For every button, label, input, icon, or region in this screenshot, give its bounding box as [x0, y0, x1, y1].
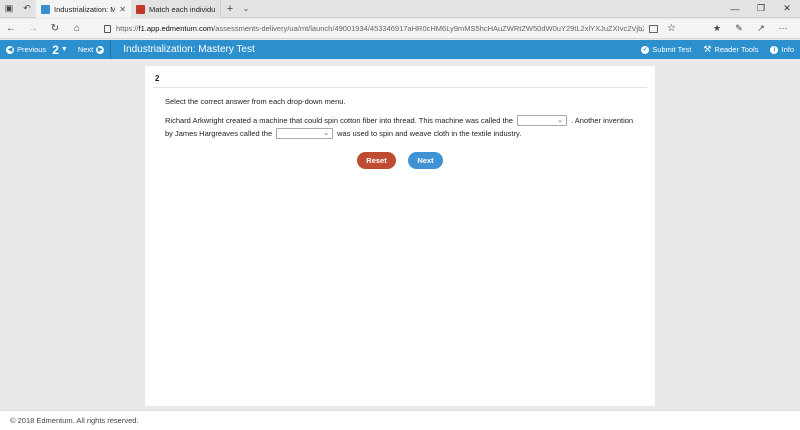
brainly-favicon-icon	[136, 4, 145, 14]
forward-arrow-icon[interactable]: →	[22, 23, 44, 34]
info-label: Info	[781, 45, 794, 54]
new-tab-icon[interactable]: +	[221, 0, 239, 17]
submit-label: Submit Test	[652, 45, 692, 54]
window-controls: — ❐ ✕	[722, 0, 800, 17]
share-icon[interactable]: ↗	[750, 23, 772, 34]
submit-test-button[interactable]: ✓ Submit Test	[635, 40, 697, 59]
reader-tools-label: Reader Tools	[714, 45, 759, 54]
back-arrow-icon[interactable]: ←	[0, 23, 22, 34]
edmentum-favicon-icon	[41, 4, 50, 14]
question-number: 2	[52, 42, 59, 57]
close-tab-icon[interactable]: ✕	[119, 5, 126, 14]
question-line-1: Richard Arkwright created a machine that…	[165, 115, 633, 126]
tab-list-icon[interactable]: ▣	[0, 0, 18, 17]
answer-dropdown-1[interactable]: ⌄	[516, 115, 567, 126]
page-title: Industrialization: Mastery Test	[123, 44, 255, 55]
close-window-icon[interactable]: ✕	[774, 0, 800, 17]
question-text-segment: Richard Arkwright created a machine that…	[165, 116, 513, 125]
info-icon: i	[770, 45, 779, 54]
question-text-segment: . Another invention	[570, 116, 634, 125]
divider	[153, 87, 647, 88]
question-selector[interactable]: 2 ▼	[52, 40, 72, 59]
home-icon[interactable]: ⌂	[66, 23, 88, 34]
reading-view-icon[interactable]	[649, 24, 659, 33]
favorites-bar-icon[interactable]: ★	[706, 23, 728, 34]
question-text-segment: by James Hargreaves called the	[165, 129, 273, 138]
back-tabs-icon[interactable]: ↶	[18, 0, 36, 17]
reader-tools-button[interactable]: ⚒ Reader Tools	[697, 40, 764, 59]
address-bar-row: ← → ↻ ⌂ https://f1.app.edmentum.com/asse…	[0, 19, 800, 39]
chevron-down-icon: ⌄	[557, 117, 563, 124]
info-button[interactable]: i Info	[764, 40, 800, 59]
answer-dropdown-2[interactable]: ⌄	[276, 128, 334, 139]
wrench-icon: ⚒	[703, 44, 712, 54]
pen-icon[interactable]: ✎	[728, 23, 750, 34]
refresh-icon[interactable]: ↻	[44, 23, 66, 34]
url-prefix: https://	[116, 24, 139, 33]
tab-title: Match each individual to his	[149, 4, 215, 14]
reset-button[interactable]: Reset	[357, 152, 396, 169]
tab-industrialization[interactable]: Industrialization: Master ✕	[36, 0, 131, 18]
previous-button[interactable]: ◀ Previous	[0, 40, 52, 59]
question-card: 2 Select the correct answer from each dr…	[145, 66, 655, 406]
browser-tools: ★ ✎ ↗ ⋯	[706, 23, 800, 34]
tab-title: Industrialization: Master	[54, 4, 116, 14]
app-header: ◀ Previous 2 ▼ Next ▶ Industrialization:…	[0, 40, 800, 59]
header-actions: ✓ Submit Test ⚒ Reader Tools i Info	[635, 40, 800, 59]
chevron-down-icon: ⌄	[323, 130, 330, 137]
question-line-2: by James Hargreaves called the ⌄ was use…	[165, 128, 521, 139]
url-field[interactable]: https://f1.app.edmentum.com/assessments-…	[100, 21, 680, 36]
chevron-down-icon[interactable]: ⌄	[239, 0, 253, 17]
previous-label: Previous	[17, 45, 47, 54]
copyright-text: © 2018 Edmentum. All rights reserved.	[10, 416, 139, 425]
next-button[interactable]: Next	[408, 152, 443, 169]
url-domain: f1.app.edmentum.com	[138, 24, 214, 33]
chevron-down-icon: ▼	[60, 46, 68, 53]
footer: © 2018 Edmentum. All rights reserved.	[0, 410, 800, 430]
url-text[interactable]: https://f1.app.edmentum.com/assessments-…	[116, 24, 644, 33]
question-number-label: 2	[155, 74, 160, 83]
question-instruction: Select the correct answer from each drop…	[165, 97, 346, 106]
next-header-button[interactable]: Next ▶	[72, 40, 110, 59]
favorite-star-icon[interactable]: ☆	[667, 23, 676, 34]
check-icon: ✓	[641, 45, 650, 54]
url-path: /assessments-delivery/ua/mt/launch/49001…	[213, 24, 644, 33]
minimize-icon[interactable]: —	[722, 0, 748, 17]
next-label: Next	[77, 45, 94, 54]
browser-tab-strip: ▣ ↶ Industrialization: Master ✕ Match ea…	[0, 0, 800, 18]
more-icon[interactable]: ⋯	[772, 23, 794, 34]
next-circle-icon: ▶	[96, 45, 105, 54]
tab-match-individual[interactable]: Match each individual to his	[131, 0, 221, 18]
previous-circle-icon: ◀	[6, 45, 14, 54]
lock-icon	[104, 24, 111, 33]
question-text-segment: was used to spin and weave cloth in the …	[337, 129, 522, 138]
restore-icon[interactable]: ❐	[748, 0, 774, 17]
